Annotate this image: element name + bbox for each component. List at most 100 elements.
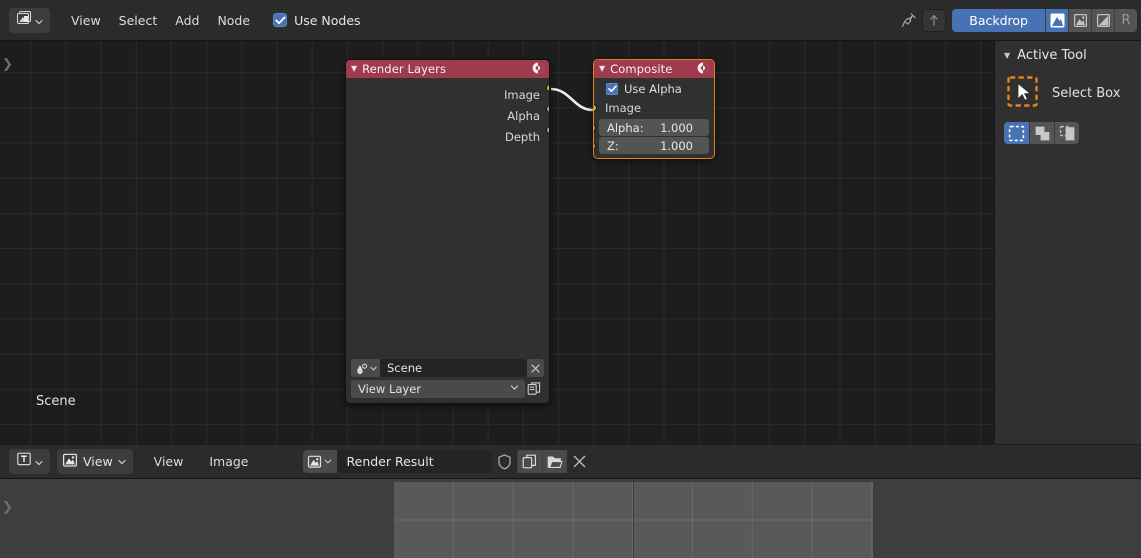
output-label-image: Image [503,87,540,102]
unlink-close-icon[interactable] [567,450,592,473]
image-name-field[interactable]: Render Result [336,450,492,473]
use-nodes-label: Use Nodes [294,12,361,28]
menu-node[interactable]: Node [208,9,259,32]
alpha-field-value: 1.000 [660,120,693,135]
view-layer-value: View Layer [358,382,422,396]
output-socket-row-alpha: Alpha [346,105,549,126]
input-socket-alpha[interactable] [594,124,596,132]
editor-type-dropdown[interactable] [9,7,50,33]
go-to-parent-icon[interactable] [922,8,947,32]
output-socket-image[interactable] [546,84,549,92]
collapse-triangle-icon[interactable]: ▼ [599,65,605,73]
compositor-editor-icon [16,10,32,30]
view-layer-selector-row: View Layer [351,380,544,398]
use-alpha-toggle[interactable]: Use Alpha [594,78,714,98]
mode-set-button[interactable] [1004,122,1029,144]
checkbox-checked-icon [606,82,618,95]
scene-name-field[interactable]: Scene [380,359,527,377]
new-image-copy-icon[interactable] [516,450,542,473]
use-alpha-label: Use Alpha [624,81,682,96]
compositor-node-editor: View Select Add Node Use Nodes Backdrop … [0,0,1141,444]
image-icon [62,453,78,471]
composite-node-header[interactable]: ▼ Composite [594,60,714,78]
input-socket-row-image: Image [594,98,714,118]
image-editor: View View Image Render Result ❯ [0,445,1141,558]
active-tool-label: Select Box [1052,86,1121,101]
scene-datablock-dropdown[interactable] [351,359,380,377]
open-sidebar-arrow-bottom[interactable]: ❯ [2,501,13,514]
z-value-field[interactable]: Z: 1.000 [594,137,709,154]
composite-node[interactable]: ▼ Composite Use Alpha Image Alpha: 1.000… [593,59,715,159]
channel-red-button[interactable]: R [1114,8,1137,32]
canvas-center-line [633,482,634,558]
channel-color-alpha-button[interactable] [1045,8,1068,32]
node-editor-header: View Select Add Node Use Nodes Backdrop … [0,0,1141,41]
menu-view[interactable]: View [62,9,110,32]
render-layers-node-header[interactable]: ▼ Render Layers [346,60,549,78]
output-socket-alpha[interactable] [546,105,549,113]
chevron-down-icon [35,452,43,471]
scene-selector-row: Scene [351,359,544,377]
render-result-canvas [394,482,873,558]
render-layers-node[interactable]: ▼ Render Layers Image Alpha Depth Scene … [345,59,550,404]
image-menu-image[interactable]: Image [200,450,257,473]
chevron-down-icon [324,459,332,464]
image-editor-mode-dropdown[interactable]: View [57,449,133,474]
duplicate-icon[interactable] [525,380,544,398]
mode-subtract-button[interactable] [1054,122,1079,144]
select-box-icon [1007,76,1038,111]
scene-icon [356,363,367,374]
image-editor-type-dropdown[interactable] [9,449,50,474]
output-label-depth: Depth [504,129,540,144]
menu-add[interactable]: Add [166,9,208,32]
image-menu-view[interactable]: View [145,450,193,473]
render-layers-node-title: Render Layers [362,62,447,76]
image-editor-icon [16,452,32,471]
alpha-value-field[interactable]: Alpha: 1.000 [594,119,709,136]
use-nodes-toggle[interactable]: Use Nodes [265,10,368,31]
render-layers-node-body: Image Alpha Depth [346,78,549,147]
active-tool-row[interactable]: Select Box [995,70,1141,117]
node-sidebar-panel: ▼ Active Tool Select Box [994,41,1141,444]
open-sidebar-arrow-left[interactable]: ❯ [2,58,13,71]
menu-select[interactable]: Select [110,9,167,32]
render-layers-node-footer: Scene View Layer [346,356,549,403]
input-socket-z[interactable] [594,142,596,150]
select-mode-group [1004,122,1141,144]
view-layer-dropdown[interactable]: View Layer [351,380,525,398]
channel-color-button[interactable] [1068,8,1091,32]
composite-node-title: Composite [610,62,673,76]
z-field-value: 1.000 [660,138,693,153]
pin-icon[interactable] [895,7,922,33]
active-tool-panel-header[interactable]: ▼ Active Tool [995,41,1141,70]
open-image-folder-icon[interactable] [541,450,567,473]
chevron-down-icon [118,454,126,469]
channel-alpha-button[interactable] [1091,8,1114,32]
composite-node-body: Use Alpha Image Alpha: 1.000 Z: 1.000 [594,78,714,154]
output-socket-row-depth: Depth [346,126,549,147]
backdrop-toggle[interactable]: Backdrop [952,8,1045,32]
scene-clear-button[interactable] [527,359,544,377]
scene-canvas-label: Scene [36,394,76,409]
compositor-node-icon [697,62,709,77]
alpha-field-label: Alpha: [607,120,644,135]
chevron-down-icon [510,384,519,394]
input-socket-image[interactable] [594,104,597,112]
chevron-down-icon [369,366,377,371]
channel-red-label: R [1121,12,1131,28]
checkbox-checked-icon [273,13,288,27]
image-datablock-dropdown[interactable] [302,450,337,473]
backdrop-channel-group: R [1045,8,1137,32]
image-editor-header: View View Image Render Result [0,445,1141,479]
fake-user-shield-icon[interactable] [492,450,517,473]
mode-extend-button[interactable] [1029,122,1054,144]
collapse-triangle-icon[interactable]: ▼ [351,65,357,73]
image-canvas-area[interactable]: ❯ [0,479,1141,558]
collapse-triangle-icon[interactable]: ▼ [1004,51,1010,60]
output-socket-row-image: Image [346,84,549,105]
active-tool-panel-title: Active Tool [1017,48,1087,63]
output-label-alpha: Alpha [507,108,540,123]
node-canvas[interactable]: ❯ Scene ▼ Render Layers Image Alpha Dept… [0,41,994,444]
output-socket-depth[interactable] [546,126,549,134]
image-editor-mode-label: View [83,454,113,469]
